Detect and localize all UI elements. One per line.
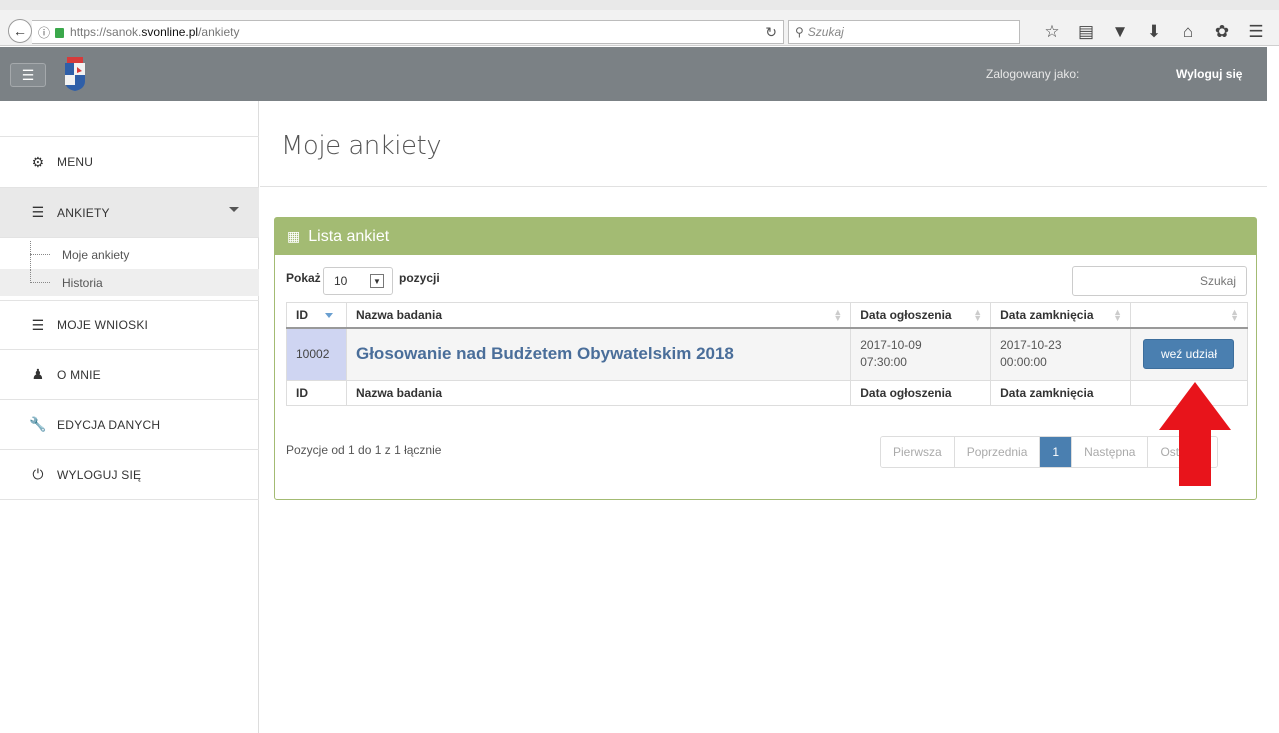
table-info: Pozycje od 1 do 1 z 1 łącznie [286, 443, 442, 457]
row-close-date: 2017-10-23 00:00:00 [990, 327, 1131, 381]
url-prefix: https://sanok. [70, 25, 142, 39]
address-bar[interactable]: ⓘ https://sanok. svonline.pl/ankiety ↻ [32, 20, 784, 44]
home-icon[interactable]: ⌂ [1171, 22, 1205, 42]
row-survey-name-cell: Głosowanie nad Budżetem Obywatelskim 201… [345, 327, 852, 381]
list-icon: ☰ [31, 204, 45, 220]
app-header: ☰ Zalogowany jako: Wyloguj się [0, 47, 1267, 101]
column-header-id[interactable]: ID [286, 302, 347, 329]
logout-link[interactable]: Wyloguj się [1176, 67, 1242, 81]
sidebar-item-label: O MNIE [57, 367, 101, 382]
sort-icon: ▲ ▼ [973, 307, 983, 323]
table-icon: ▦ [287, 228, 301, 244]
reload-icon[interactable]: ↻ [765, 24, 777, 41]
sidebar-subitem-historia[interactable]: Historia [0, 269, 259, 296]
tree-line [30, 269, 31, 283]
tree-branch [30, 254, 50, 255]
sidebar-item-moje-wnioski[interactable]: ☰ MOJE WNIOSKI [0, 300, 259, 350]
wrench-icon: 🔧 [29, 416, 47, 432]
sort-icon: ▲ ▼ [833, 307, 843, 323]
browser-tab-strip [0, 0, 1279, 10]
table-footer-row: ID Nazwa badania Data ogłoszenia Data za… [286, 380, 1249, 406]
tree-branch [30, 282, 50, 283]
sidebar-subitem-moje-ankiety[interactable]: Moje ankiety [0, 241, 259, 268]
page-size-value: 10 [334, 274, 348, 288]
column-header-action[interactable]: ▲ ▼ [1129, 302, 1249, 329]
positions-label: pozycji [399, 271, 440, 285]
sort-desc-icon [325, 313, 333, 318]
page-title: Moje ankiety [281, 131, 442, 161]
footer-announce-date: Data ogłoszenia [850, 380, 992, 406]
pagination-page-1[interactable]: 1 [1040, 437, 1073, 467]
lock-icon [55, 28, 65, 38]
sidebar: ⚙ MENU ☰ ANKIETY Moje ankiety Historia ☰… [0, 101, 259, 733]
user-icon: ♟ [31, 366, 45, 382]
bookmarks-library-icon[interactable]: ▤ [1069, 22, 1103, 42]
browser-toolbar: ← ⓘ https://sanok. svonline.pl/ankiety ↻ … [0, 0, 1279, 46]
hamburger-menu-icon[interactable]: ☰ [1239, 22, 1273, 42]
sidebar-item-menu[interactable]: ⚙ MENU [0, 136, 259, 188]
page-size-select[interactable]: 10 ▼ [323, 267, 393, 295]
red-arrow-annotation [1159, 382, 1231, 486]
sidebar-item-o-mnie[interactable]: ♟ O MNIE [0, 350, 259, 400]
url-host: svonline.pl [141, 25, 199, 39]
footer-close-date: Data zamknięcia [990, 380, 1131, 406]
browser-search-placeholder: Szukaj [807, 25, 844, 39]
caret-down-icon [229, 207, 239, 212]
sort-icon: ▲ ▼ [1230, 307, 1239, 323]
surveys-panel: ▦ Lista ankiet Pokaż 10 ▼ pozycji ID Naz… [274, 217, 1257, 500]
footer-id: ID [286, 380, 347, 406]
panel-header: ▦ Lista ankiet [275, 218, 1256, 255]
table-row: 10002 Głosowanie nad Budżetem Obywatelsk… [286, 327, 1249, 381]
panel-title: Lista ankiet [308, 227, 390, 245]
search-icon: ⚲ [795, 25, 804, 39]
extension-icon[interactable]: ✿ [1205, 22, 1239, 42]
sidebar-item-ankiety[interactable]: ☰ ANKIETY [0, 188, 259, 238]
sidebar-item-edycja-danych[interactable]: 🔧 EDYCJA DANYCH [0, 400, 259, 450]
pocket-icon[interactable]: ▼ [1103, 22, 1137, 42]
back-arrow-icon[interactable]: ← [8, 19, 32, 43]
column-header-close-date[interactable]: Data zamknięcia ▲ ▼ [990, 302, 1131, 329]
hamburger-icon: ☰ [21, 66, 35, 83]
table-search-input[interactable] [1072, 266, 1247, 296]
url-path: /ankiety [198, 25, 240, 39]
sidebar-item-label: ANKIETY [57, 205, 110, 220]
pagination-next[interactable]: Następna [1072, 437, 1149, 467]
bookmark-star-icon[interactable]: ☆ [1035, 22, 1069, 42]
sidebar-subitem-label: Historia [62, 275, 103, 290]
take-part-button[interactable]: weź udział [1143, 339, 1235, 370]
column-header-announce-date[interactable]: Data ogłoszenia ▲ ▼ [850, 302, 992, 329]
menu-toggle-button[interactable]: ☰ [10, 63, 46, 87]
page-header: Moje ankiety [260, 101, 1267, 187]
power-icon: ⏻ [32, 466, 44, 482]
sidebar-subitem-label: Moje ankiety [62, 247, 130, 262]
row-announce-date: 2017-10-09 07:30:00 [850, 327, 992, 381]
dashboard-icon: ⚙ [31, 153, 45, 170]
download-icon[interactable]: ⬇ [1137, 22, 1171, 42]
coat-of-arms-logo[interactable] [64, 57, 86, 91]
browser-search-bar[interactable]: ⚲ Szukaj [788, 20, 1020, 44]
footer-name: Nazwa badania [345, 380, 852, 406]
row-action-cell: weź udział [1129, 327, 1249, 381]
sidebar-item-label: MOJE WNIOSKI [57, 318, 149, 332]
table-header-row: ID Nazwa badania ▲ ▼ Data ogłoszenia ▲ ▼ Dat… [286, 302, 1249, 329]
survey-name-link[interactable]: Głosowanie nad Budżetem Obywatelskim 201… [356, 344, 734, 363]
browser-toolbar-icons: ☆ ▤ ▼ ⬇ ⌂ ✿ ☰ [1035, 20, 1273, 44]
list-icon: ☰ [31, 316, 45, 333]
column-header-name[interactable]: Nazwa badania ▲ ▼ [345, 302, 852, 329]
sidebar-item-wyloguj[interactable]: ⏻ WYLOGUJ SIĘ [0, 450, 259, 500]
sidebar-item-label: MENU [57, 155, 94, 169]
show-label: Pokaż [286, 271, 321, 285]
row-id: 10002 [286, 327, 347, 381]
sidebar-item-label: EDYCJA DANYCH [57, 417, 161, 432]
sort-icon: ▲ ▼ [1113, 307, 1122, 323]
pagination-first[interactable]: Pierwsza [881, 437, 955, 467]
info-icon[interactable]: ⓘ [38, 24, 50, 41]
sidebar-item-label: WYLOGUJ SIĘ [57, 467, 142, 482]
surveys-table: ID Nazwa badania ▲ ▼ Data ogłoszenia ▲ ▼ Dat… [286, 302, 1249, 406]
dropdown-arrow-icon[interactable]: ▼ [370, 274, 384, 288]
logged-as-label: Zalogowany jako: [986, 67, 1080, 81]
pagination-prev[interactable]: Poprzednia [954, 437, 1041, 467]
